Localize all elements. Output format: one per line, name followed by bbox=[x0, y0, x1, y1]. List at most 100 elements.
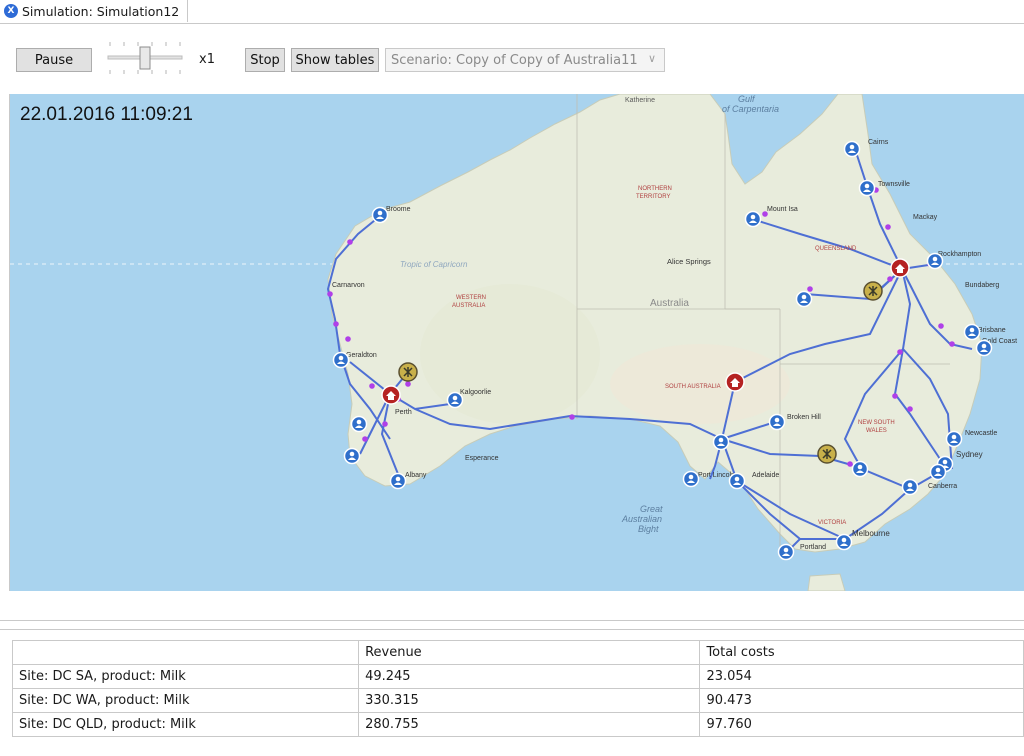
dc-sa-icon[interactable] bbox=[725, 372, 745, 392]
nsw-label-2: WALES bbox=[866, 428, 887, 434]
table-header-site[interactable] bbox=[11, 640, 360, 665]
australia-label: Australia bbox=[650, 298, 689, 309]
gulf-label-2: of Carpentaria bbox=[722, 104, 779, 114]
table-row[interactable]: Site: DC SA, product: Milk 49.245 23.054 bbox=[11, 664, 1024, 689]
table-cell-total-costs: 97.760 bbox=[699, 712, 1024, 737]
katherine-label: Katherine bbox=[625, 97, 655, 104]
customer-whyalla-icon[interactable] bbox=[712, 433, 730, 451]
nt-label-2: TERRITORY bbox=[636, 194, 670, 200]
dc-wa-icon[interactable] bbox=[381, 385, 401, 405]
customer-canberra-icon[interactable] bbox=[901, 478, 919, 496]
albany-label: Albany bbox=[405, 472, 427, 479]
wa-label-2: AUSTRALIA bbox=[452, 303, 485, 309]
esperance-label: Esperance bbox=[465, 455, 499, 462]
table-header-total-costs[interactable]: Total costs bbox=[699, 640, 1024, 665]
wa-label-1: WESTERN bbox=[456, 295, 486, 301]
customer-townsville-icon[interactable] bbox=[858, 179, 876, 197]
factory-qld-icon[interactable] bbox=[863, 281, 883, 301]
nsw-label-1: NEW SOUTH bbox=[858, 420, 895, 426]
qld-label: QUEENSLAND bbox=[815, 246, 857, 252]
simulation-timestamp: 22.01.2016 11:09:21 bbox=[20, 104, 193, 125]
tab-simulation[interactable]: X Simulation: Simulation12 bbox=[0, 0, 188, 22]
factory-wa-icon[interactable] bbox=[398, 362, 418, 382]
gulf-label: Gulf bbox=[738, 94, 756, 104]
speed-label: x1 bbox=[199, 52, 215, 67]
anylogistix-icon: X bbox=[4, 4, 18, 18]
sa-label: SOUTH AUSTRALIA bbox=[665, 384, 721, 390]
speed-slider-thumb bbox=[139, 46, 151, 70]
bundaberg-label: Bundaberg bbox=[965, 282, 999, 289]
tab-strip: X Simulation: Simulation12 bbox=[0, 0, 1024, 24]
table-cell-revenue: 49.245 bbox=[358, 664, 701, 689]
portland-label: Portland bbox=[800, 544, 826, 551]
mount-isa-label: Mount Isa bbox=[767, 206, 798, 213]
scenario-value: Scenario: Copy of Copy of Australia11 bbox=[391, 52, 638, 68]
adelaide-label: Adelaide bbox=[752, 472, 779, 479]
customer-cairns-icon[interactable] bbox=[843, 140, 861, 158]
mackay-label: Mackay bbox=[913, 214, 938, 221]
table-row[interactable]: Site: DC QLD, product: Milk 280.755 97.7… bbox=[11, 712, 1024, 737]
nt-label-1: NORTHERN bbox=[638, 186, 672, 192]
customer-adelaide-icon[interactable] bbox=[728, 472, 746, 490]
table-cell-revenue: 280.755 bbox=[358, 712, 701, 737]
customer-wollongong-icon[interactable] bbox=[929, 463, 947, 481]
customer-perth-icon[interactable] bbox=[350, 415, 368, 433]
customer-port-lincoln-icon[interactable] bbox=[682, 470, 700, 488]
table-header-row: Revenue Total costs bbox=[11, 640, 1024, 665]
customer-griffith-icon[interactable] bbox=[851, 460, 869, 478]
table-cell-revenue: 330.315 bbox=[358, 688, 701, 713]
bight-label-3: Bight bbox=[638, 524, 659, 534]
table-cell-site: Site: DC SA, product: Milk bbox=[11, 664, 360, 689]
table-separator[interactable] bbox=[0, 620, 1024, 630]
customer-geraldton-icon[interactable] bbox=[332, 351, 350, 369]
sydney-label: Sydney bbox=[956, 450, 983, 459]
table-cell-total-costs: 23.054 bbox=[699, 664, 1024, 689]
brisbane-label: Brisbane bbox=[978, 327, 1006, 334]
customer-kalgoorlie-icon[interactable] bbox=[446, 391, 464, 409]
customer-brisbane-icon[interactable] bbox=[963, 323, 981, 341]
tropic-label: Tropic of Capricorn bbox=[400, 260, 468, 269]
table-cell-total-costs: 90.473 bbox=[699, 688, 1024, 713]
rockhampton-label: Rockhampton bbox=[938, 251, 981, 258]
customer-melbourne-icon[interactable] bbox=[835, 533, 853, 551]
customer-gold-coast-icon[interactable] bbox=[975, 339, 993, 357]
canberra-label: Canberra bbox=[928, 483, 957, 490]
table-header-revenue[interactable]: Revenue bbox=[358, 640, 701, 665]
speed-slider[interactable] bbox=[104, 40, 186, 76]
geraldton-label: Geraldton bbox=[346, 352, 377, 359]
townsville-label: Townsville bbox=[878, 181, 910, 188]
newcastle-label: Newcastle bbox=[965, 430, 997, 437]
tab-title: Simulation: Simulation12 bbox=[22, 3, 180, 19]
customer-broome-icon[interactable] bbox=[371, 206, 389, 224]
customer-portland-icon[interactable] bbox=[777, 543, 795, 561]
melbourne-label: Melbourne bbox=[852, 529, 890, 538]
customer-busselton-icon[interactable] bbox=[343, 447, 361, 465]
stop-button[interactable]: Stop bbox=[245, 48, 285, 72]
broken-hill-label: Broken Hill bbox=[787, 414, 821, 421]
table-row[interactable]: Site: DC WA, product: Milk 330.315 90.47… bbox=[11, 688, 1024, 713]
customer-longreach-icon[interactable] bbox=[795, 290, 813, 308]
customer-rockhampton-icon[interactable] bbox=[926, 252, 944, 270]
kalgoorlie-label: Kalgoorlie bbox=[460, 389, 491, 396]
customer-albany-icon[interactable] bbox=[389, 472, 407, 490]
customer-broken-hill-icon[interactable] bbox=[768, 413, 786, 431]
table-cell-site: Site: DC QLD, product: Milk bbox=[11, 712, 360, 737]
alice-springs-label: Alice Springs bbox=[667, 257, 711, 266]
vic-label: VICTORIA bbox=[818, 520, 846, 526]
dc-qld-icon[interactable] bbox=[890, 258, 910, 278]
results-table: Revenue Total costs Site: DC SA, product… bbox=[11, 640, 1024, 737]
cairns-label: Cairns bbox=[868, 139, 889, 146]
perth-label: Perth bbox=[395, 409, 412, 416]
carnarvon-label: Carnarvon bbox=[332, 282, 365, 289]
map-canvas[interactable]: Gulf of Carpentaria Tropic of Capricorn … bbox=[10, 94, 1024, 591]
bight-label-2: Australian bbox=[621, 514, 662, 524]
tasmania bbox=[807, 573, 846, 591]
scenario-dropdown[interactable]: Scenario: Copy of Copy of Australia11 ∨ bbox=[385, 48, 665, 72]
bight-label-1: Great bbox=[640, 504, 663, 514]
simulation-map[interactable]: Gulf of Carpentaria Tropic of Capricorn … bbox=[9, 94, 1024, 591]
show-tables-button[interactable]: Show tables bbox=[291, 48, 379, 72]
factory-nsw-icon[interactable] bbox=[817, 444, 837, 464]
customer-newcastle-icon[interactable] bbox=[945, 430, 963, 448]
customer-mount-isa-icon[interactable] bbox=[744, 210, 762, 228]
pause-button[interactable]: Pause bbox=[16, 48, 92, 72]
